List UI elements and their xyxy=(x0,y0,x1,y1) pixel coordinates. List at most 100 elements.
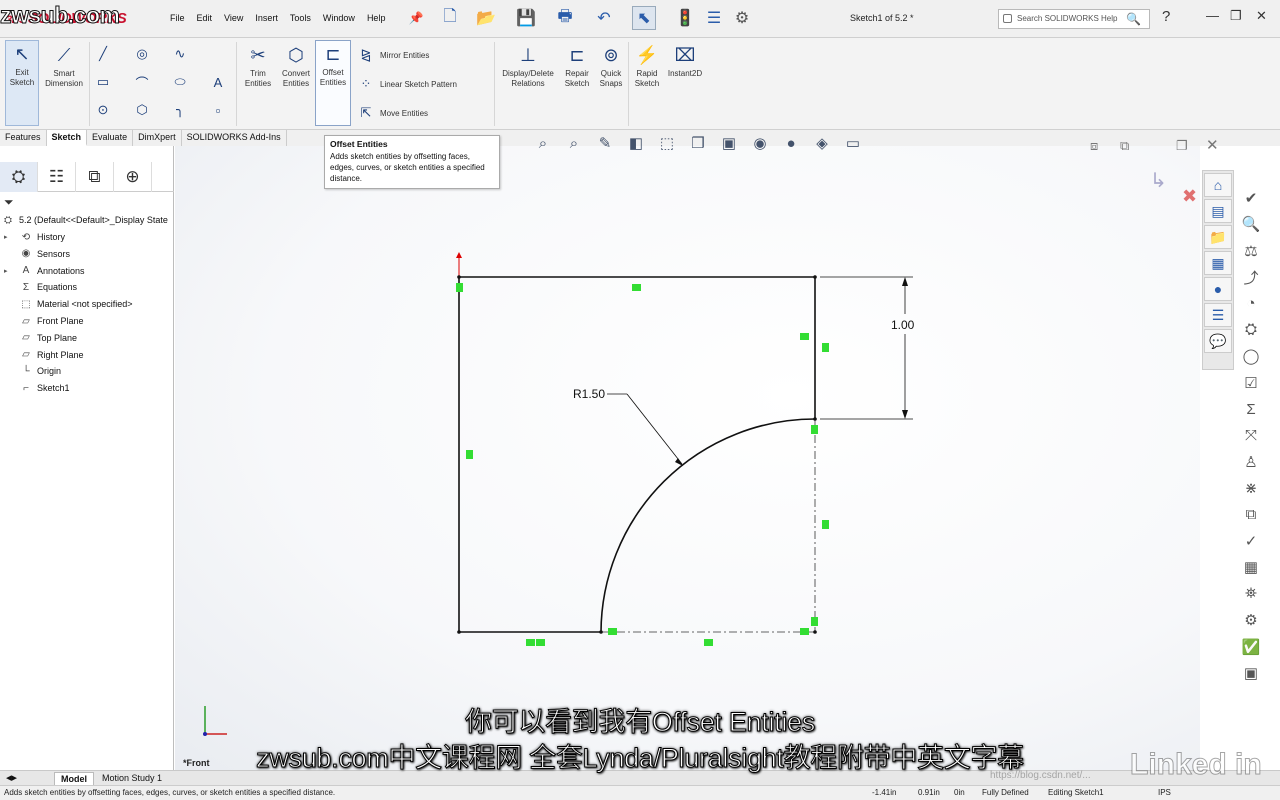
line-tool[interactable]: ╱ xyxy=(93,46,113,62)
minimize-icon[interactable]: — xyxy=(1206,8,1219,23)
tree-item-right[interactable]: ▱ Right Plane xyxy=(0,347,83,363)
check-sketch-icon[interactable]: ✓ xyxy=(1236,529,1266,553)
relation-marker[interactable] xyxy=(800,628,809,635)
symmetric-icon[interactable]: ⋇ xyxy=(1236,476,1266,500)
tab-solidworks-addins[interactable]: SOLIDWORKS Add-Ins xyxy=(182,130,287,146)
sketch-point[interactable] xyxy=(599,630,603,634)
print-icon[interactable]: 🖶 xyxy=(553,6,577,30)
tools-icon[interactable]: ⤧ xyxy=(1236,424,1266,448)
driveworks-icon[interactable]: ▣ xyxy=(1236,661,1266,685)
display-delete-relations-button[interactable]: ⊥ Display/Delete Relations xyxy=(498,42,558,89)
section-view-icon[interactable]: ◧ xyxy=(625,132,647,154)
design-library-icon[interactable]: ▤ xyxy=(1204,199,1232,223)
horizontal-relation-marker[interactable] xyxy=(536,639,545,646)
balance-icon[interactable]: ⚖ xyxy=(1236,239,1266,263)
horizontal-relation-marker[interactable] xyxy=(632,284,641,291)
table-icon[interactable]: ▦ xyxy=(1236,555,1266,579)
viewport-link-icon[interactable]: ⧉ xyxy=(1120,138,1129,154)
move-entities-button[interactable]: ⇱ Move Entities xyxy=(356,105,428,121)
validate-icon[interactable]: ✅ xyxy=(1236,635,1266,659)
tree-item-history[interactable]: ▸ ⟲ History xyxy=(0,229,65,245)
search-input[interactable]: Search SOLIDWORKS Help 🔍 xyxy=(998,9,1150,29)
menu-insert[interactable]: Insert xyxy=(255,13,278,23)
repair-sketch-button[interactable]: ⊏ Repair Sketch xyxy=(560,42,594,89)
tab-evaluate[interactable]: Evaluate xyxy=(87,130,134,146)
convert-entities-button[interactable]: ⬡ Convert Entities xyxy=(278,42,314,89)
menu-tools[interactable]: Tools xyxy=(290,13,311,23)
sketch-point[interactable] xyxy=(813,417,817,421)
tree-item-origin[interactable]: └ Origin xyxy=(0,363,61,379)
trim-entities-button[interactable]: ✂ Trim Entities xyxy=(240,42,276,89)
graphics-area[interactable]: 1.00 R1.50 *Front xyxy=(175,146,1200,770)
polygon-tool[interactable]: ⬡ xyxy=(132,102,152,118)
mirror-entities-button[interactable]: ⧎ Mirror Entities xyxy=(356,47,430,63)
simulation-icon[interactable]: ⚙ xyxy=(1236,608,1266,632)
spell-check-icon[interactable]: ✔ xyxy=(1236,186,1266,210)
sketch-search-icon[interactable]: 🔍 xyxy=(1236,212,1266,236)
dynamic-annotation-icon[interactable]: ⬚ xyxy=(656,132,678,154)
verify-icon[interactable]: ☑ xyxy=(1236,371,1266,395)
horizontal-relation-marker[interactable] xyxy=(800,333,809,340)
new-document-icon[interactable]: 🗋 xyxy=(438,6,462,30)
cancel-sketch-icon[interactable]: ✖ xyxy=(1182,186,1197,207)
zoom-to-area-icon[interactable]: ⌕ xyxy=(563,132,585,154)
pin-icon[interactable]: 📌 xyxy=(404,6,428,30)
relation-marker[interactable] xyxy=(456,283,463,292)
viewport-close-icon[interactable]: ✕ xyxy=(1206,136,1219,154)
rectangle-tool[interactable]: ▭ xyxy=(93,74,113,90)
menu-edit[interactable]: Edit xyxy=(197,13,213,23)
relation-marker[interactable] xyxy=(811,617,818,626)
solidworks-resources-icon[interactable]: ⌂ xyxy=(1204,173,1232,197)
edit-appearance-icon[interactable]: ● xyxy=(780,132,802,154)
tree-root[interactable]: ⛭ 5.2 (Default<<Default>_Display State xyxy=(0,212,168,228)
vertical-relation-marker[interactable] xyxy=(466,450,473,459)
scale-icon[interactable]: ♙ xyxy=(1236,450,1266,474)
vertical-relation-marker[interactable] xyxy=(822,520,829,529)
custom-properties-icon[interactable]: ☰ xyxy=(1204,303,1232,327)
apply-scene-icon[interactable]: ◈ xyxy=(811,132,833,154)
menu-file[interactable]: File xyxy=(170,13,185,23)
tree-item-sketch1[interactable]: ⌐ Sketch1 xyxy=(0,380,69,396)
tangent-relation-marker[interactable] xyxy=(811,425,818,434)
confirmation-corner-icon[interactable]: ↳ xyxy=(1150,168,1167,193)
filter-icon[interactable]: ⏷ xyxy=(4,195,14,210)
sketch-point[interactable] xyxy=(457,630,461,634)
offset-entities-button[interactable]: ⊏ Offset Entities xyxy=(315,40,351,126)
export-icon[interactable]: ⤴ xyxy=(1236,265,1266,289)
fillet-arc[interactable] xyxy=(600,418,816,633)
relation-marker[interactable] xyxy=(608,628,617,635)
spline-tool[interactable]: ∿ xyxy=(170,46,190,62)
horizontal-relation-marker[interactable] xyxy=(526,639,535,646)
view-settings-icon[interactable]: ▭ xyxy=(842,132,864,154)
tree-item-front[interactable]: ▱ Front Plane xyxy=(0,313,83,329)
check-icon[interactable]: ◯ xyxy=(1236,344,1266,368)
expand-arrow-icon[interactable]: ▸ xyxy=(4,267,12,275)
viewport-restore-icon[interactable]: ❐ xyxy=(1176,138,1188,154)
sketch-point[interactable] xyxy=(457,275,461,279)
exit-sketch-button[interactable]: ↖ Exit Sketch xyxy=(5,40,39,126)
menu-window[interactable]: Window xyxy=(323,13,355,23)
tree-item-annotations[interactable]: ▸ A Annotations xyxy=(0,263,85,279)
copy-icon[interactable]: ⧉ xyxy=(1236,503,1266,527)
instant2d-button[interactable]: ⌧ Instant2D xyxy=(666,42,704,79)
tree-item-material[interactable]: ⬚ Material <not specified> xyxy=(0,296,132,312)
quick-snaps-button[interactable]: ⊚ Quick Snaps xyxy=(596,42,626,89)
fillet-tool[interactable]: ╮ xyxy=(170,102,190,118)
radius-dimension[interactable]: R1.50 xyxy=(573,387,605,401)
appearances-icon[interactable]: ● xyxy=(1204,277,1232,301)
view-orientation-icon[interactable]: ❒ xyxy=(687,132,709,154)
help-icon[interactable]: ? xyxy=(1162,8,1170,25)
save-icon[interactable]: 💾 xyxy=(514,6,538,30)
arc-tool[interactable]: ⌒ xyxy=(132,74,152,91)
mass-properties-icon[interactable]: ⛭ xyxy=(1236,318,1266,342)
search-icon[interactable]: 🔍 xyxy=(1126,12,1141,26)
slot-tool[interactable]: ⊙ xyxy=(93,102,113,118)
ellipse-tool[interactable]: ⬭ xyxy=(170,74,190,90)
configuration-manager-tab-icon[interactable]: ⧉ xyxy=(76,162,114,192)
options-gear-icon[interactable]: ⚙ xyxy=(730,6,754,30)
file-properties-icon[interactable]: ☰ xyxy=(702,6,726,30)
sum-icon[interactable]: Σ xyxy=(1236,397,1266,421)
previous-view-icon[interactable]: ✎ xyxy=(594,132,616,154)
sketch-point[interactable] xyxy=(813,630,817,634)
vertical-relation-marker[interactable] xyxy=(822,343,829,352)
